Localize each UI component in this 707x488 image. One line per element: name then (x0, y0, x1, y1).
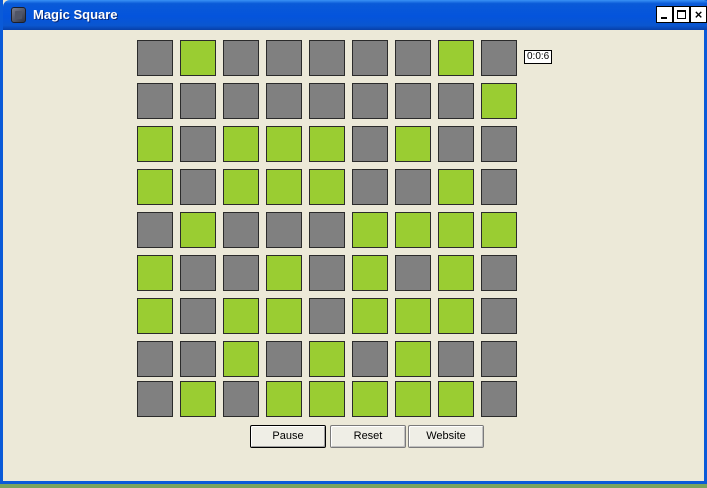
board-cell[interactable] (180, 83, 216, 119)
board-cell[interactable] (438, 381, 474, 417)
board-cell[interactable] (352, 212, 388, 248)
board-cell[interactable] (266, 212, 302, 248)
board-cell[interactable] (481, 381, 517, 417)
board-cell[interactable] (395, 40, 431, 76)
reset-button[interactable]: Reset (330, 425, 406, 448)
board-cell[interactable] (395, 298, 431, 334)
board-cell[interactable] (223, 83, 259, 119)
board-cell[interactable] (137, 212, 173, 248)
elapsed-timer: 0:0:6 (524, 50, 553, 64)
board-cell[interactable] (352, 83, 388, 119)
board-cell[interactable] (180, 40, 216, 76)
board-cell[interactable] (223, 169, 259, 205)
board-cell[interactable] (309, 40, 345, 76)
board-cell[interactable] (309, 381, 345, 417)
board-cell[interactable] (180, 212, 216, 248)
board-cell[interactable] (481, 126, 517, 162)
board-cell[interactable] (481, 83, 517, 119)
board-cell[interactable] (223, 126, 259, 162)
board-cell[interactable] (223, 298, 259, 334)
board-cell[interactable] (438, 341, 474, 377)
board-cell[interactable] (438, 126, 474, 162)
board-cell[interactable] (180, 255, 216, 291)
maximize-button[interactable] (673, 6, 690, 23)
board-cell[interactable] (137, 83, 173, 119)
board-cell[interactable] (352, 126, 388, 162)
board-cell[interactable] (309, 341, 345, 377)
board-cell[interactable] (266, 126, 302, 162)
board-cell[interactable] (266, 83, 302, 119)
board-cell[interactable] (395, 83, 431, 119)
board-cell[interactable] (481, 255, 517, 291)
board-cell[interactable] (395, 381, 431, 417)
board-cell[interactable] (180, 381, 216, 417)
board-cell[interactable] (481, 40, 517, 76)
board-cell[interactable] (395, 169, 431, 205)
maximize-icon (677, 10, 686, 19)
board-cell[interactable] (481, 341, 517, 377)
minimize-icon (661, 17, 667, 19)
close-icon: × (694, 7, 703, 22)
board-cell[interactable] (180, 298, 216, 334)
board-cell[interactable] (266, 169, 302, 205)
board-cell[interactable] (223, 255, 259, 291)
board-cell[interactable] (223, 381, 259, 417)
board-cell[interactable] (223, 40, 259, 76)
board-cell[interactable] (266, 381, 302, 417)
board-cell[interactable] (352, 169, 388, 205)
board-cell[interactable] (309, 83, 345, 119)
board-cell[interactable] (438, 255, 474, 291)
board-cell[interactable] (481, 298, 517, 334)
board-cell[interactable] (137, 169, 173, 205)
board-cell[interactable] (309, 126, 345, 162)
close-button[interactable]: × (690, 6, 707, 23)
website-button[interactable]: Website (408, 425, 484, 448)
board-cell[interactable] (309, 212, 345, 248)
title-bar[interactable]: Magic Square × (3, 0, 707, 30)
board-cell[interactable] (352, 298, 388, 334)
board-cell[interactable] (266, 341, 302, 377)
board-cell[interactable] (137, 126, 173, 162)
board-cell[interactable] (137, 40, 173, 76)
minimize-button[interactable] (656, 6, 673, 23)
app-icon[interactable] (11, 7, 26, 23)
board-cell[interactable] (352, 341, 388, 377)
board-cell[interactable] (352, 381, 388, 417)
board-cell[interactable] (180, 126, 216, 162)
board-cell[interactable] (395, 212, 431, 248)
board-cell[interactable] (223, 212, 259, 248)
window-title: Magic Square (33, 7, 118, 22)
board-cell[interactable] (137, 341, 173, 377)
board-cell[interactable] (481, 212, 517, 248)
board-cell[interactable] (266, 40, 302, 76)
board-cell[interactable] (438, 40, 474, 76)
board-cell[interactable] (309, 298, 345, 334)
board-cell[interactable] (223, 341, 259, 377)
magic-square-window: Magic Square × 0:0:6 Pause Reset Website (0, 0, 707, 484)
board-cell[interactable] (180, 169, 216, 205)
board-cell[interactable] (137, 255, 173, 291)
game-board (137, 40, 519, 418)
board-cell[interactable] (266, 298, 302, 334)
board-cell[interactable] (180, 341, 216, 377)
board-cell[interactable] (137, 381, 173, 417)
board-cell[interactable] (137, 298, 173, 334)
board-cell[interactable] (309, 169, 345, 205)
board-cell[interactable] (352, 255, 388, 291)
board-cell[interactable] (438, 83, 474, 119)
board-cell[interactable] (266, 255, 302, 291)
board-cell[interactable] (395, 126, 431, 162)
board-cell[interactable] (438, 298, 474, 334)
board-cell[interactable] (309, 255, 345, 291)
board-cell[interactable] (395, 255, 431, 291)
board-cell[interactable] (438, 169, 474, 205)
pause-button[interactable]: Pause (250, 425, 326, 448)
board-cell[interactable] (438, 212, 474, 248)
board-cell[interactable] (395, 341, 431, 377)
board-cell[interactable] (481, 169, 517, 205)
board-cell[interactable] (352, 40, 388, 76)
